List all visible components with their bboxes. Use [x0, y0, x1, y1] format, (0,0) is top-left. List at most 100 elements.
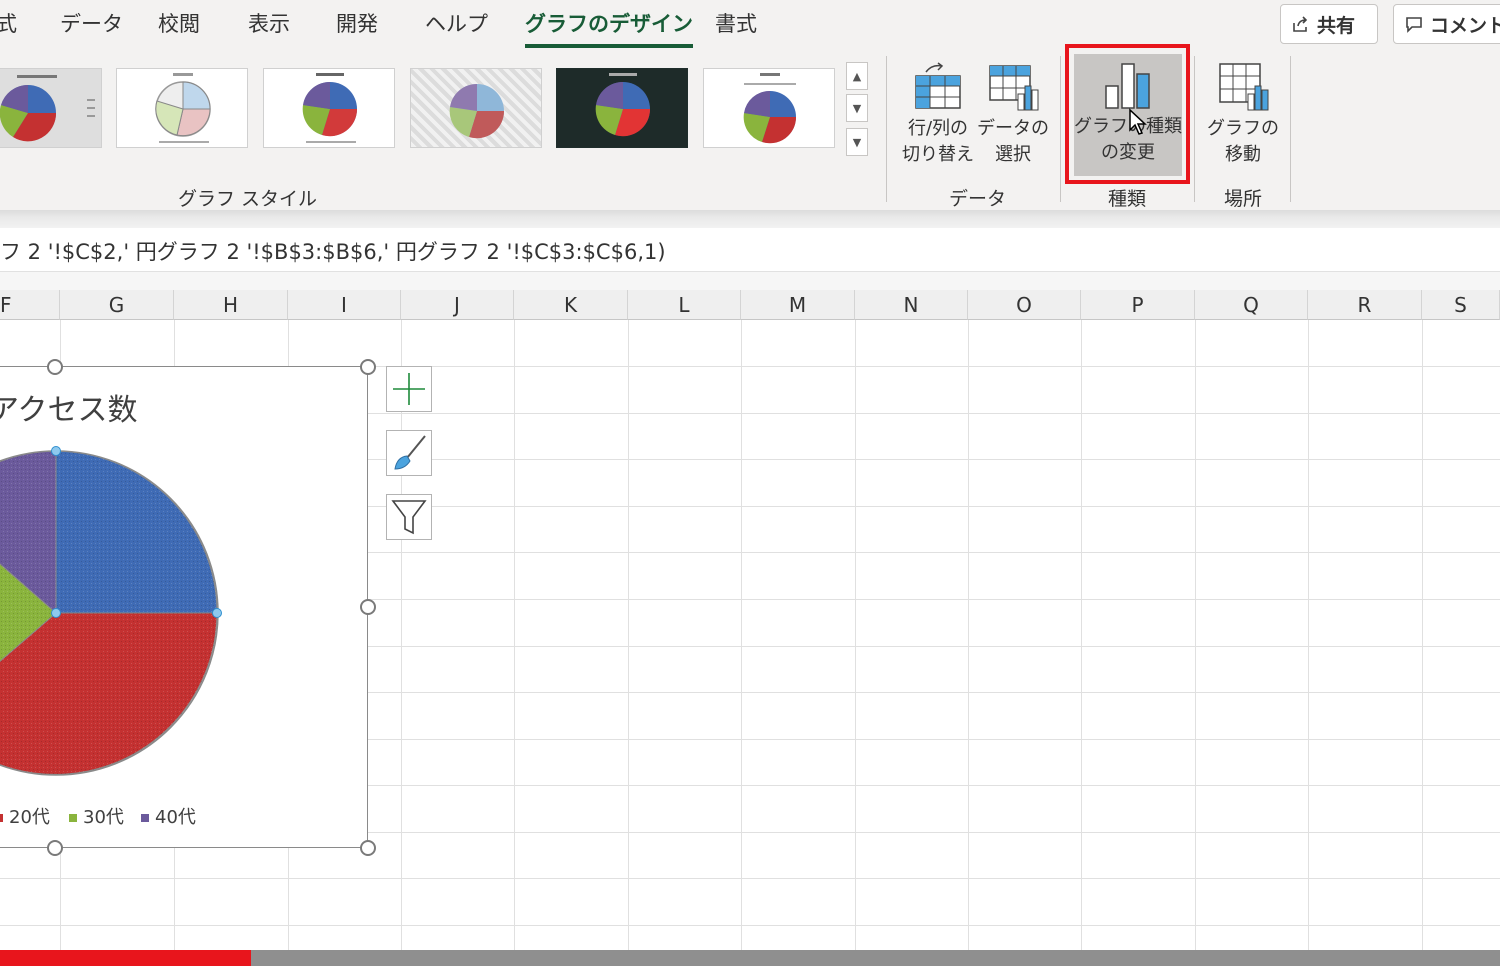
column-header-g[interactable]: G	[60, 290, 174, 320]
column-header-k[interactable]: K	[514, 290, 628, 320]
move-chart-label-2: 移動	[1225, 144, 1261, 165]
location-group-label: 場所	[1224, 188, 1263, 210]
video-progress-fill	[0, 950, 251, 966]
pie-thumbnail-icon	[155, 73, 211, 143]
tab-help[interactable]: ヘルプ	[425, 8, 488, 38]
select-data-button[interactable]: データの 選択	[976, 56, 1050, 176]
resize-handle-top[interactable]	[47, 359, 63, 375]
column-header-m[interactable]: M	[741, 290, 855, 320]
group-separator	[1290, 56, 1291, 202]
resize-handle-bottom-right[interactable]	[360, 840, 376, 856]
legend-label: 40代	[155, 807, 196, 828]
select-data-label-2: 選択	[995, 144, 1031, 165]
legend-item-30s[interactable]: 30代	[69, 803, 124, 829]
chart-styles-button[interactable]	[386, 430, 432, 476]
chart-styles-group-label: グラフ スタイル	[178, 188, 318, 210]
switch-row-column-label-1: 行/列の	[907, 118, 969, 139]
pie-thumbnail-icon	[449, 83, 505, 139]
column-header-i[interactable]: I	[288, 290, 401, 320]
selection-point[interactable]	[212, 608, 222, 618]
select-data-icon	[989, 65, 1039, 111]
chevron-down-icon: ▼	[852, 101, 862, 115]
pie-thumbnail-icon	[743, 73, 797, 144]
move-chart-button[interactable]: グラフの 移動	[1206, 56, 1280, 176]
column-header-f[interactable]: F	[0, 290, 60, 320]
comment-icon	[1406, 17, 1422, 33]
group-separator	[1194, 56, 1195, 202]
chart-filters-button[interactable]	[386, 494, 432, 540]
ribbon: ▲ ▼ ▼ グラフ スタイル 行/列の 切り替え データの 選択 データ グラフ…	[0, 54, 1500, 210]
tab-formulas[interactable]: 式	[0, 8, 17, 38]
tab-review[interactable]: 校閲	[158, 8, 200, 38]
chart-style-thumbnail[interactable]	[703, 68, 835, 148]
share-icon	[1293, 16, 1308, 32]
group-separator	[1060, 56, 1061, 202]
filter-icon	[391, 500, 427, 535]
sheet-top-gap	[0, 272, 1500, 290]
switch-row-column-icon	[915, 62, 961, 109]
legend-label: 20代	[9, 807, 50, 828]
share-label: 共有	[1317, 14, 1356, 37]
ribbon-shadow	[0, 210, 1500, 228]
column-header-o[interactable]: O	[968, 290, 1081, 320]
column-header-p[interactable]: P	[1081, 290, 1195, 320]
video-progress-bar[interactable]	[0, 950, 1500, 966]
comment-button[interactable]: コメント	[1393, 4, 1500, 44]
ribbon-tab-bar: 式 データ 校閲 表示 開発 ヘルプ グラフのデザイン 書式 共有 コメント	[0, 0, 1500, 56]
resize-handle-right[interactable]	[360, 599, 376, 615]
chevron-up-icon: ▲	[852, 69, 862, 83]
data-group-label: データ	[949, 188, 1007, 210]
column-header-q[interactable]: Q	[1195, 290, 1308, 320]
column-header-n[interactable]: N	[855, 290, 968, 320]
tab-developer[interactable]: 開発	[336, 8, 378, 38]
chart-style-thumbnail[interactable]	[263, 68, 395, 148]
tab-chart-design[interactable]: グラフのデザイン	[525, 8, 693, 48]
pie-plot-area[interactable]	[0, 367, 367, 797]
gallery-more-icon: ▼	[852, 135, 862, 149]
switch-row-column-button[interactable]: 行/列の 切り替え	[900, 56, 976, 176]
group-separator	[886, 56, 887, 202]
chart-area[interactable]: アクセス数 20代 30代 40代	[0, 366, 368, 848]
legend-item-40s[interactable]: 40代	[141, 803, 196, 829]
comment-label: コメント	[1430, 14, 1500, 37]
pie-thumbnail-icon	[0, 69, 101, 147]
tab-data[interactable]: データ	[60, 8, 123, 38]
formula-bar[interactable]: フ 2 '!$C$2,' 円グラフ 2 '!$B$3:$B$6,' 円グラフ 2…	[0, 228, 1500, 272]
gallery-more-button[interactable]: ▼	[846, 128, 868, 156]
pie-thumbnail-icon	[302, 73, 358, 143]
plus-icon	[393, 373, 425, 405]
column-header-h[interactable]: H	[174, 290, 288, 320]
formula-text: フ 2 '!$C$2,' 円グラフ 2 '!$B$3:$B$6,' 円グラフ 2…	[0, 240, 666, 264]
gallery-scroll-up-button[interactable]: ▲	[846, 62, 868, 90]
selection-point[interactable]	[51, 446, 61, 456]
share-button[interactable]: 共有	[1280, 4, 1378, 44]
legend-swatch	[141, 814, 149, 822]
legend-swatch	[0, 814, 3, 822]
highlight-box	[1065, 44, 1190, 184]
selection-point[interactable]	[51, 608, 61, 618]
chart-style-thumbnail[interactable]	[556, 68, 688, 148]
chart-style-thumbnail[interactable]	[0, 68, 102, 148]
chart-style-thumbnail[interactable]	[410, 68, 542, 148]
legend-label: 30代	[83, 807, 124, 828]
column-header-s[interactable]: S	[1422, 290, 1500, 320]
select-data-label-1: データの	[977, 118, 1049, 139]
legend-item-20s[interactable]: 20代	[0, 803, 50, 829]
gallery-scroll-down-button[interactable]: ▼	[846, 94, 868, 122]
tab-view[interactable]: 表示	[248, 8, 290, 38]
pie-thumbnail-icon	[557, 69, 687, 147]
type-group-label: 種類	[1108, 188, 1147, 210]
column-header-j[interactable]: J	[401, 290, 514, 320]
move-chart-label-1: グラフの	[1207, 118, 1279, 139]
switch-row-column-label-2: 切り替え	[902, 144, 974, 165]
resize-handle-top-right[interactable]	[360, 359, 376, 375]
chart-style-thumbnail[interactable]	[116, 68, 248, 148]
tab-format[interactable]: 書式	[715, 8, 757, 38]
chart-elements-button[interactable]	[386, 366, 432, 412]
column-header-l[interactable]: L	[628, 290, 741, 320]
column-header-r[interactable]: R	[1308, 290, 1422, 320]
paintbrush-icon	[394, 435, 426, 470]
legend-swatch	[69, 814, 77, 822]
move-chart-icon	[1219, 63, 1269, 111]
resize-handle-bottom[interactable]	[47, 840, 63, 856]
